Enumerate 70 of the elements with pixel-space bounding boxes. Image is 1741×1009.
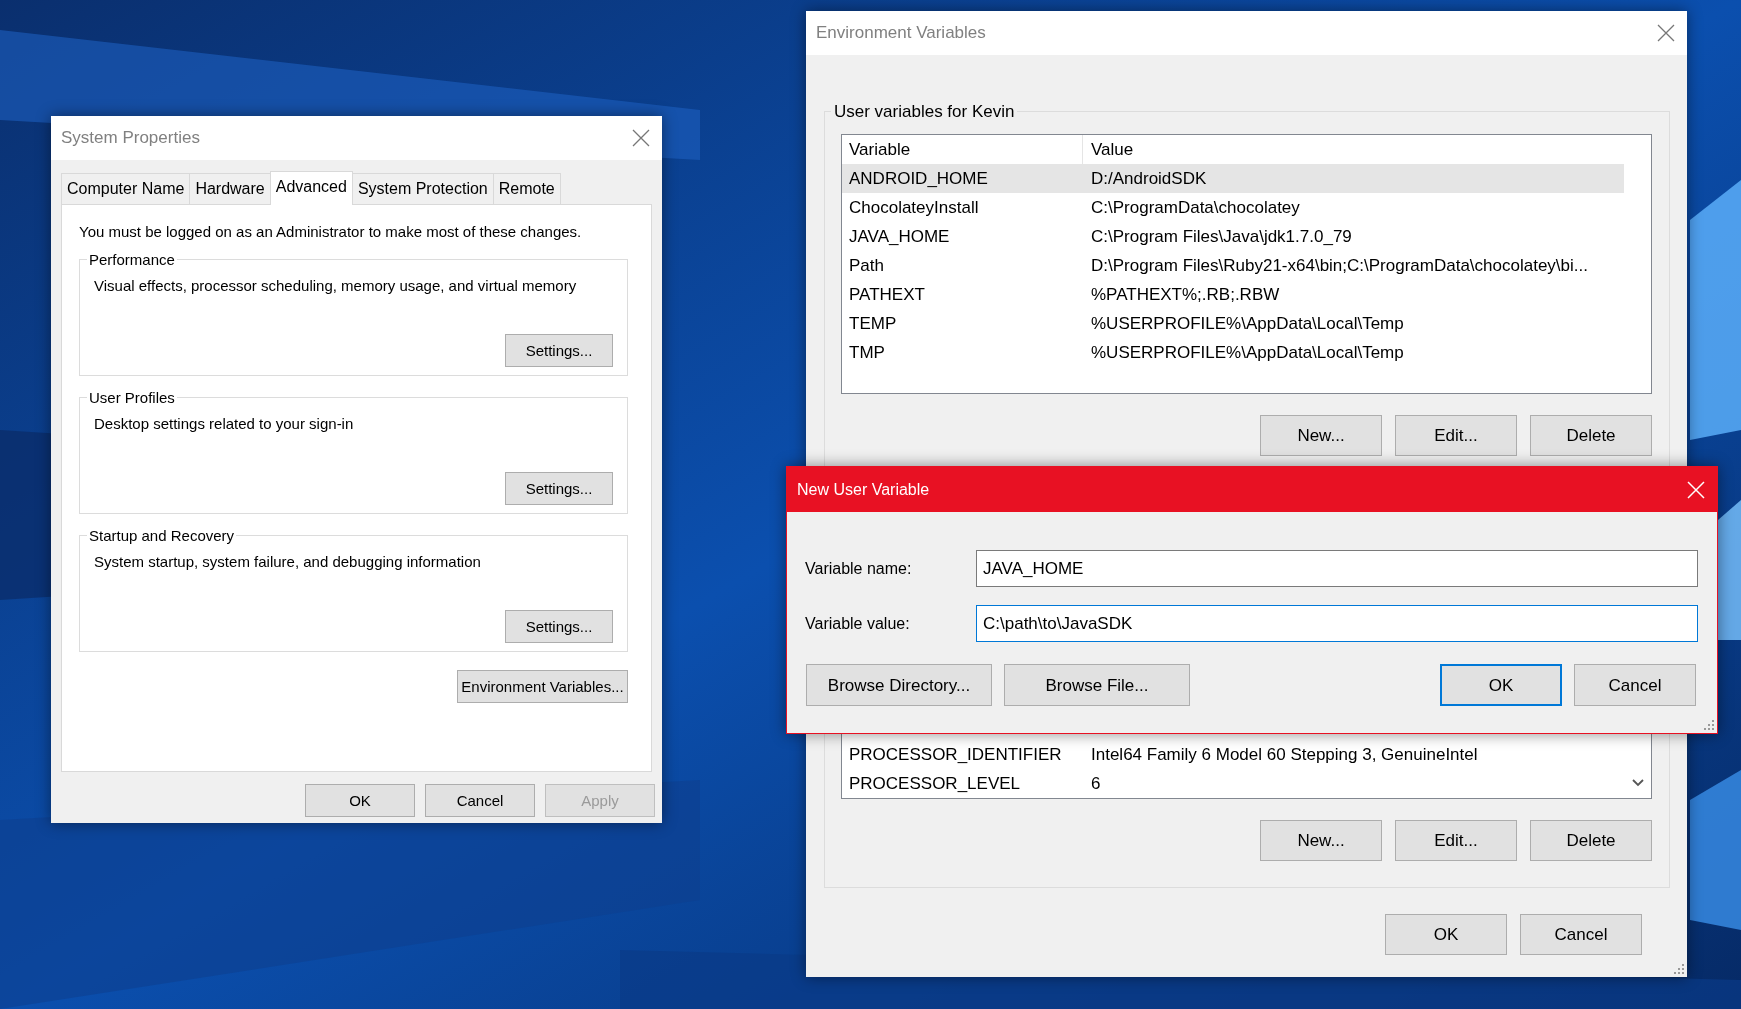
group-description: Visual effects, processor scheduling, memory usage, and virtual memory <box>94 275 578 296</box>
variable-value: %USERPROFILE%\AppData\Local\Temp <box>1090 341 1404 364</box>
group-label: Startup and Recovery <box>88 527 236 543</box>
dialog-button[interactable]: Edit... <box>1395 415 1517 456</box>
variable-name: JAVA_HOME <box>848 225 951 248</box>
environment-variables-button[interactable]: Environment Variables... <box>457 669 628 703</box>
variable-row[interactable]: JAVA_HOME C:\Program Files\Java\jdk1.7.0_79 <box>842 222 1624 251</box>
notice-text: You must be logged on as an Administrator to make most of these changes. <box>79 222 583 242</box>
browse-button[interactable]: Browse File... <box>1004 664 1190 706</box>
variable-value: %PATHEXT%;.RB;.RBW <box>1090 283 1280 306</box>
settings-button[interactable]: Settings... <box>505 609 613 643</box>
variable-name: PROCESSOR_IDENTIFIER <box>848 743 1063 766</box>
column-header[interactable]: Value <box>1083 135 1134 164</box>
variable-row[interactable]: PROCESSOR_LEVEL 6 <box>842 769 1624 798</box>
tab[interactable]: Computer Name <box>61 173 191 204</box>
variable-value: D:/AndroidSDK <box>1090 167 1207 190</box>
field-label: Variable name: <box>805 558 913 579</box>
variable-name: ANDROID_HOME <box>848 167 989 190</box>
variable-value: 6 <box>1090 772 1101 795</box>
variable-row[interactable]: TMP %USERPROFILE%\AppData\Local\Temp <box>842 338 1624 367</box>
dialog-button[interactable]: Cancel <box>425 784 535 817</box>
dialog-button[interactable]: Cancel <box>1520 914 1642 955</box>
variable-row[interactable]: PATHEXT %PATHEXT%;.RB;.RBW <box>842 280 1624 309</box>
variable-row[interactable]: ANDROID_HOME D:/AndroidSDK <box>842 164 1624 193</box>
input-field[interactable]: C:\path\to\JavaSDK <box>976 605 1698 642</box>
variable-value: Intel64 Family 6 Model 60 Stepping 3, GenuineIntel <box>1090 743 1478 766</box>
window-title: Environment Variables <box>816 22 986 45</box>
window-title: System Properties <box>61 127 200 150</box>
variable-name: PROCESSOR_LEVEL <box>848 772 1021 795</box>
variable-name: TMP <box>848 341 886 364</box>
window-title: New User Variable <box>797 479 930 500</box>
dialog-button[interactable]: OK <box>1440 664 1562 706</box>
input-field[interactable]: JAVA_HOME <box>976 550 1698 587</box>
variable-value: C:\ProgramData\chocolatey <box>1090 196 1300 219</box>
close-icon[interactable] <box>1657 24 1675 42</box>
variable-name: ChocolateyInstall <box>848 196 980 219</box>
dialog-button[interactable]: OK <box>1385 914 1507 955</box>
user-variables-list[interactable] <box>841 134 1652 394</box>
dialog-button[interactable]: OK <box>305 784 415 817</box>
dialog-button[interactable]: New... <box>1260 820 1382 861</box>
group-label: User Profiles <box>88 389 176 405</box>
resize-grip-icon[interactable] <box>1673 963 1685 975</box>
variable-value: C:\Program Files\Java\jdk1.7.0_79 <box>1090 225 1352 248</box>
dialog-button[interactable]: Delete <box>1530 415 1652 456</box>
group-label: User variables for Kevin <box>833 103 1016 120</box>
variable-value: D:\Program Files\Ruby21-x64\bin;C:\ProgramData\chocolatey\bi... <box>1090 254 1588 277</box>
variable-row[interactable]: ChocolateyInstall C:\ProgramData\chocolatey <box>842 193 1624 222</box>
variable-row[interactable]: PROCESSOR_IDENTIFIER Intel64 Family 6 Model 60 Stepping 3, GenuineIntel <box>842 740 1624 769</box>
tab[interactable]: Advanced <box>269 171 353 205</box>
dialog-button[interactable]: Cancel <box>1574 664 1696 706</box>
group-description: System startup, system failure, and debugging information <box>94 551 482 572</box>
chevron-down-icon[interactable] <box>1631 778 1645 788</box>
variable-name: TEMP <box>848 312 898 335</box>
group-description: Desktop settings related to your sign-in <box>94 413 355 434</box>
dialog-button[interactable]: Edit... <box>1395 820 1517 861</box>
resize-grip-icon[interactable] <box>1703 719 1715 731</box>
browse-button[interactable]: Browse Directory... <box>806 664 992 706</box>
field-label: Variable value: <box>805 613 911 634</box>
dialog-button[interactable]: Delete <box>1530 820 1652 861</box>
settings-button[interactable]: Settings... <box>505 333 613 367</box>
tab[interactable]: Remote <box>492 173 561 204</box>
variable-row[interactable]: TEMP %USERPROFILE%\AppData\Local\Temp <box>842 309 1624 338</box>
group-label: Performance <box>88 251 176 267</box>
settings-button[interactable]: Settings... <box>505 471 613 505</box>
variable-name: Path <box>848 254 885 277</box>
dialog-button[interactable]: New... <box>1260 415 1382 456</box>
variable-name: PATHEXT <box>848 283 926 306</box>
close-icon[interactable] <box>632 129 650 147</box>
variable-value: %USERPROFILE%\AppData\Local\Temp <box>1090 312 1404 335</box>
variable-row[interactable]: Path D:\Program Files\Ruby21-x64\bin;C:\ProgramData\chocolatey\bi... <box>842 251 1624 280</box>
